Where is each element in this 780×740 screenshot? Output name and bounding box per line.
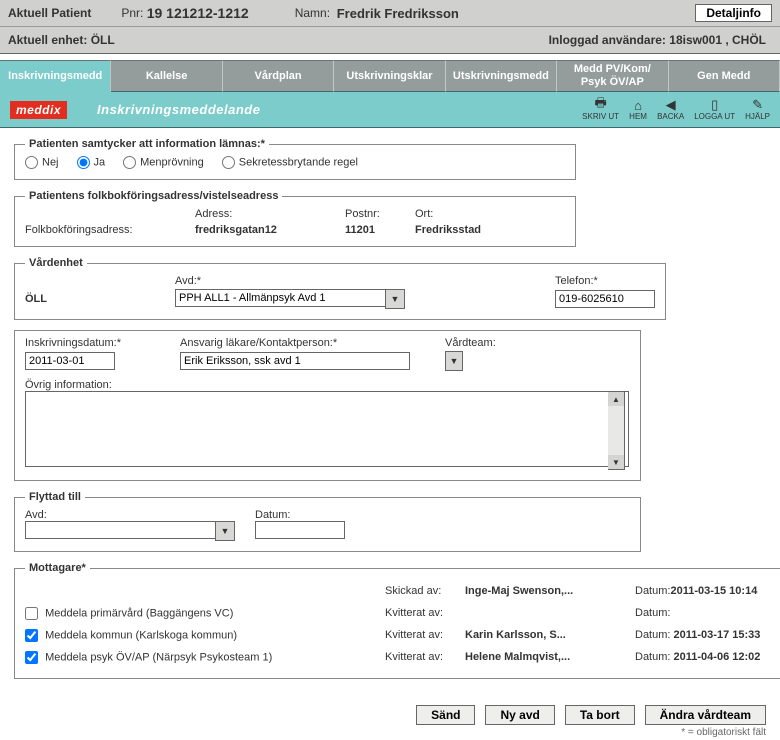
vardenhet-group: Vårdenhet Avd:* Telefon:* ÖLL ▼ — [14, 257, 666, 320]
andra-vardteam-button[interactable]: Ändra vårdteam — [645, 705, 766, 725]
detaljinfo-button[interactable]: Detaljinfo — [695, 4, 772, 22]
radio-nej[interactable]: Nej — [25, 156, 59, 169]
postnr-value: 11201 — [345, 224, 415, 236]
insdatum-input[interactable] — [25, 352, 115, 370]
ovrig-textarea[interactable] — [25, 391, 629, 467]
ny-avd-button[interactable]: Ny avd — [485, 705, 554, 725]
ovrig-label: Övrig information: — [25, 379, 630, 391]
tab-bar: Inskrivningsmedd Kallelse Vårdplan Utskr… — [0, 60, 780, 92]
flyttad-group: Flyttad till Avd: Datum: ▼ — [14, 491, 641, 552]
tab-kallelse[interactable]: Kallelse — [111, 60, 222, 92]
mottagare-group: Mottagare* Skickad av: Inge-Maj Swenson,… — [14, 562, 780, 679]
tab-vardplan[interactable]: Vårdplan — [223, 60, 334, 92]
fly-datum-input[interactable] — [255, 521, 345, 539]
fly-avd-head: Avd: — [25, 509, 255, 521]
sand-button[interactable]: Sänd — [416, 705, 475, 725]
enhet-value: ÖLL — [25, 293, 175, 305]
radio-menprovning[interactable]: Menprövning — [123, 156, 204, 169]
datum1-head: Datum: — [635, 607, 780, 619]
vardenhet-legend: Vårdenhet — [25, 257, 87, 269]
backa-button[interactable]: ◀BACKA — [657, 98, 684, 121]
home-icon: ⌂ — [629, 98, 647, 112]
tab-medd-pv[interactable]: Medd PV/Kom/ Psyk ÖV/AP — [557, 60, 668, 92]
fly-datum-head: Datum: — [255, 509, 630, 521]
consent-group: Patienten samtycker att information lämn… — [14, 138, 576, 180]
skickad-head: Skickad av: — [385, 585, 465, 597]
telefon-head: Telefon:* — [555, 275, 655, 287]
avd-head: Avd:* — [175, 275, 455, 287]
scrollbar[interactable]: ▲▼ — [608, 391, 625, 470]
footnote: * = obligatoriskt fält — [0, 725, 780, 740]
ansvarig-input[interactable] — [180, 352, 410, 370]
address-group: Patientens folkbokföringsadress/vistelse… — [14, 190, 576, 247]
kvit2-value: Karin Karlsson, S... — [465, 629, 635, 641]
aktuell-patient-label: Aktuell Patient — [8, 6, 91, 20]
aktuell-enhet-label: Aktuell enhet: ÖLL — [8, 33, 115, 47]
kvitterat-head: Kvitterat av: — [385, 607, 465, 619]
kvitterat-head: Kvitterat av: — [385, 651, 465, 663]
telefon-input[interactable] — [555, 290, 655, 308]
pnr-label: Pnr: — [121, 6, 143, 20]
tab-inskrivningsmedd[interactable]: Inskrivningsmedd — [0, 60, 111, 92]
kvitterat-head: Kvitterat av: — [385, 629, 465, 641]
avd-select[interactable] — [175, 289, 385, 307]
ort-head: Ort: — [415, 208, 565, 220]
hjalp-button[interactable]: ✎HJÄLP — [745, 98, 770, 121]
skickad-value: Inge-Maj Swenson,... — [465, 585, 635, 597]
meddela-kommun-checkbox[interactable]: Meddela kommun (Karlskoga kommun) — [25, 629, 385, 642]
hem-button[interactable]: ⌂HEM — [629, 98, 647, 121]
adress-value: fredriksgatan12 — [195, 224, 345, 236]
inloggad-label: Inloggad användare: 18isw001 , CHÖL — [549, 33, 766, 47]
fly-avd-select[interactable] — [25, 521, 215, 539]
vardteam-dropdown[interactable]: ▼ — [445, 351, 463, 371]
mottagare-legend: Mottagare* — [25, 562, 90, 574]
postnr-head: Postnr: — [345, 208, 415, 220]
namn-value: Fredrik Fredriksson — [337, 6, 459, 21]
kvit3-value: Helene Malmqvist,... — [465, 651, 635, 663]
consent-legend: Patienten samtycker att information lämn… — [25, 138, 269, 150]
tab-gen-medd[interactable]: Gen Medd — [669, 60, 780, 92]
page-title: Inskrivningsmeddelande — [97, 102, 260, 117]
namn-label: Namn: — [295, 6, 330, 20]
adress-head: Adress: — [195, 208, 345, 220]
meddela-psyk-checkbox[interactable]: Meddela psyk ÖV/AP (Närpsyk Psykosteam 1… — [25, 651, 385, 664]
ort-value: Fredriksstad — [415, 224, 565, 236]
inskrivning-group: Inskrivningsdatum:* Ansvarig läkare/Kont… — [14, 330, 641, 481]
meddela-primarvard-checkbox[interactable]: Meddela primärvård (Baggängens VC) — [25, 607, 385, 620]
printer-icon: 🖶 — [592, 98, 610, 112]
flyttad-legend: Flyttad till — [25, 491, 85, 503]
radio-ja[interactable]: Ja — [77, 156, 106, 169]
pnr-value: 19 121212-1212 — [147, 5, 249, 21]
scroll-down-icon[interactable]: ▼ — [608, 455, 624, 469]
tab-utskrivningsklar[interactable]: Utskrivningsklar — [334, 60, 445, 92]
logga-ut-button[interactable]: ▯LOGGA UT — [694, 98, 735, 121]
back-icon: ◀ — [662, 98, 680, 112]
dropdown-icon[interactable]: ▼ — [215, 521, 235, 541]
folk-label: Folkbokföringsadress: — [25, 224, 195, 236]
brand-logo: meddix — [10, 101, 67, 119]
tab-utskrivningsmedd[interactable]: Utskrivningsmedd — [446, 60, 557, 92]
insdatum-head: Inskrivningsdatum:* — [25, 337, 180, 349]
address-legend: Patientens folkbokföringsadress/vistelse… — [25, 190, 282, 202]
logout-icon: ▯ — [706, 98, 724, 112]
scroll-up-icon[interactable]: ▲ — [608, 392, 624, 406]
skriv-ut-button[interactable]: 🖶SKRIV UT — [582, 98, 619, 121]
ansvarig-head: Ansvarig läkare/Kontaktperson:* — [180, 337, 425, 349]
dropdown-icon[interactable]: ▼ — [385, 289, 405, 309]
vardteam-head: Vårdteam: — [445, 337, 630, 349]
radio-sekretess[interactable]: Sekretessbrytande regel — [222, 156, 358, 169]
help-icon: ✎ — [749, 98, 767, 112]
ta-bort-button[interactable]: Ta bort — [565, 705, 635, 725]
